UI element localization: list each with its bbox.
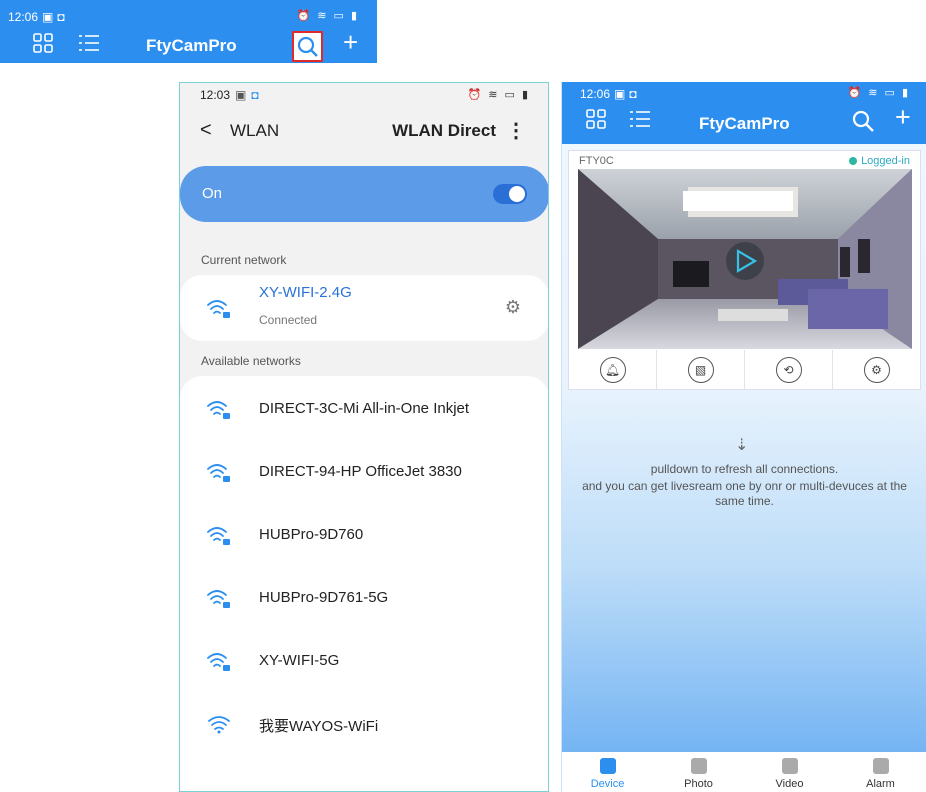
room-preview-image [578,169,912,349]
status-icons: ⏰ ≋ ▭ ▮ [847,87,910,99]
device-card[interactable]: FTY0C Logged-in 🔔︎ ▧ ⟲ ⚙ [568,150,921,390]
tab-alarm[interactable]: Alarm [835,752,926,792]
wifi-locked-icon [207,653,230,671]
toggle-label: On [202,185,223,202]
online-dot [849,157,858,165]
current-network-name: XY-WIFI-2.4G [259,284,352,301]
device-name: FTY0C [579,155,614,167]
ftycampro-device-screen: 12:06 ▣ ◘ ⏰ ≋ ▭ ▮ FtyCamPro + FTY0C Logg… [561,82,926,792]
wifi-locked-icon [207,300,230,318]
grid-view-icon[interactable] [586,109,606,133]
alarm-icon [872,758,889,774]
image-icon: ▧ [687,357,714,383]
network-name: HUBPro-9D761-5G [259,589,389,606]
refresh-hint-line2: and you can get livesream one by onr or … [582,479,907,493]
bottom-tab-bar: Device Photo Video Alarm [562,752,926,792]
app-title: FtyCamPro [699,114,790,133]
grid-view-icon[interactable] [33,33,53,57]
notification-icon: ◘ [629,87,637,101]
list-item[interactable]: HUBPro-9D760 [180,516,548,556]
wifi-icon [208,716,230,734]
wlan-switch[interactable] [493,184,527,204]
tab-photo[interactable]: Photo [653,752,744,792]
notification-icon: ◘ [57,10,65,24]
list-item[interactable]: DIRECT-94-HP OfficeJet 3830 [180,453,548,493]
current-network-status: Connected [259,313,318,327]
search-highlight-box[interactable] [292,31,323,62]
wlan-nav-bar: < WLAN WLAN Direct ⋮ [180,115,548,145]
wlan-settings-screen: 12:03 ▣ ◘ ⏰ ≋ ▭ ▮ < WLAN WLAN Direct ⋮ O… [179,82,549,792]
more-options-icon[interactable]: ⋮ [506,118,526,143]
wifi-locked-icon [207,401,230,419]
back-icon[interactable]: < [200,119,212,142]
search-icon [297,36,318,57]
gallery-icon: ▣ [614,87,626,101]
network-name: XY-WIFI-5G [259,652,340,669]
wifi-locked-icon [207,527,230,545]
add-icon[interactable]: + [343,29,358,55]
network-name: DIRECT-3C-Mi All-in-One Inkjet [259,400,470,417]
alarm-action[interactable]: 🔔︎ [569,350,657,390]
network-name: DIRECT-94-HP OfficeJet 3830 [259,463,462,480]
status-bar: 12:06 ▣ ◘ [580,87,637,101]
playback-action[interactable]: ⟲ [745,350,833,390]
app-header: 12:06 ▣ ◘ ⏰ ≋ ▭ ▮ FtyCamPro + [562,82,926,144]
cropped-app-bar: 12:06 ▣ ◘ ⏰ ≋ ▭ ▮ FtyCamPro + [0,0,377,63]
wlan-toggle-card[interactable]: On [180,166,548,222]
photo-action[interactable]: ▧ [657,350,745,390]
video-icon [781,758,798,774]
status-time: 12:03 [200,88,231,102]
notification-icon: ◘ [251,88,259,102]
list-item[interactable]: DIRECT-3C-Mi All-in-One Inkjet [180,390,548,430]
available-networks-list: DIRECT-3C-Mi All-in-One Inkjet DIRECT-94… [180,376,548,791]
status-time: 12:06 [580,87,611,101]
refresh-hint-line1: pulldown to refresh all connections. [650,462,839,476]
current-network-item[interactable]: XY-WIFI-2.4G Connected ⚙ [180,275,548,341]
gear-icon: ⚙ [863,357,890,383]
status-bar: 12:06 ▣ ◘ [8,10,65,24]
photo-icon [690,758,707,774]
wifi-locked-icon [207,590,230,608]
pull-down-arrow-icon: ⇣ [735,437,749,454]
status-icons: ⏰ ≋ ▭ ▮ [296,10,359,22]
replay-icon: ⟲ [775,357,802,383]
list-view-icon[interactable] [78,33,100,57]
list-item[interactable]: XY-WIFI-5G [180,642,548,682]
tab-device[interactable]: Device [562,752,653,792]
gallery-icon: ▣ [235,88,247,102]
list-item[interactable]: 我要WAYOS-WiFi [180,705,548,745]
settings-action[interactable]: ⚙ [833,350,920,390]
gallery-icon: ▣ [42,10,54,24]
network-name: HUBPro-9D760 [259,526,364,543]
add-icon[interactable]: + [895,104,911,131]
wifi-locked-icon [207,464,230,482]
bell-icon: 🔔︎ [599,357,626,383]
current-network-header: Current network [201,253,287,267]
app-title: FtyCamPro [146,36,237,55]
wlan-direct-button[interactable]: WLAN Direct [392,121,496,141]
tab-video[interactable]: Video [744,752,835,792]
gear-icon[interactable]: ⚙ [505,297,521,318]
status-time: 12:06 [8,10,39,24]
device-icon [599,758,616,774]
status-icons: ⏰ ≋ ▭ ▮ [467,89,530,101]
status-bar: 12:03 ▣ ◘ [200,88,259,102]
search-icon[interactable] [851,109,875,137]
available-networks-header: Available networks [201,354,301,368]
list-view-icon[interactable] [629,109,651,133]
status-badge: Logged-in [849,155,910,167]
refresh-hint-line3: same time. [715,494,774,508]
list-item[interactable]: HUBPro-9D761-5G [180,579,548,619]
network-name: 我要WAYOS-WiFi [259,718,379,735]
page-title: WLAN [230,121,280,140]
device-action-bar: 🔔︎ ▧ ⟲ ⚙ [569,350,920,390]
camera-preview[interactable] [578,169,912,349]
